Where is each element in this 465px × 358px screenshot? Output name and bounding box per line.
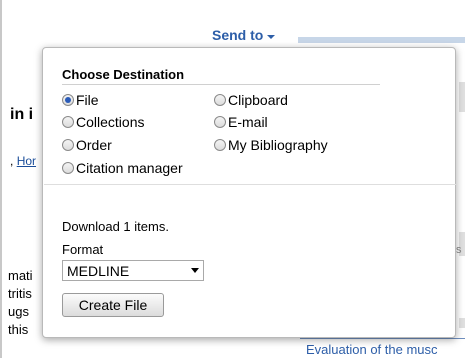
download-count-text: Download 1 items. <box>62 219 169 234</box>
page-left-edge <box>0 0 2 358</box>
destination-collections[interactable]: Collections <box>62 114 144 130</box>
destination-file[interactable]: File <box>62 92 99 108</box>
send-to-dropdown: Choose Destination File Clipboard Collec… <box>42 47 456 338</box>
author-prefix: , <box>10 154 14 168</box>
choose-destination-heading: Choose Destination <box>62 67 185 82</box>
related-article-link[interactable]: Evaluation of the musc <box>306 342 438 357</box>
destination-clipboard[interactable]: Clipboard <box>214 92 288 108</box>
radio-icon[interactable] <box>214 139 226 151</box>
article-title-fragment: in i <box>10 106 34 123</box>
radio-icon[interactable] <box>62 116 74 128</box>
section-divider <box>44 184 456 185</box>
destination-label: Citation manager <box>76 160 183 176</box>
format-label: Format <box>62 242 104 257</box>
right-panel-fragment <box>459 82 465 112</box>
abstract-line-fragment: mati <box>8 268 33 283</box>
format-selected-value: MEDLINE <box>67 262 130 279</box>
related-divider <box>300 338 465 339</box>
destination-label: Collections <box>76 114 145 130</box>
destination-label: Clipboard <box>228 92 288 108</box>
destination-label: Order <box>76 137 112 153</box>
chevron-down-icon <box>267 35 276 39</box>
send-to-label: Send to <box>212 27 264 43</box>
chevron-down-icon <box>191 268 199 273</box>
abstract-line-fragment: this <box>8 322 29 337</box>
destination-label: E-mail <box>228 114 268 130</box>
destination-citation-manager[interactable]: Citation manager <box>62 160 183 176</box>
radio-selected-icon[interactable] <box>62 94 74 106</box>
radio-icon[interactable] <box>214 116 226 128</box>
abstract-line-fragment: tritis <box>8 286 32 301</box>
create-file-button[interactable]: Create File <box>62 293 164 317</box>
right-text-fragment: s <box>456 244 462 256</box>
author-line-fragment: , Hor <box>10 154 36 168</box>
radio-icon[interactable] <box>62 162 74 174</box>
destination-order[interactable]: Order <box>62 137 112 153</box>
destination-label: File <box>76 92 99 108</box>
radio-icon[interactable] <box>62 139 74 151</box>
destination-label: My Bibliography <box>228 137 328 153</box>
send-to-menu[interactable]: Send to <box>212 27 276 43</box>
format-select[interactable]: MEDLINE <box>62 260 204 281</box>
header-bar-fragment <box>298 37 465 43</box>
right-panel-fragment <box>459 318 465 328</box>
author-link[interactable]: Hor <box>17 154 36 168</box>
radio-icon[interactable] <box>214 94 226 106</box>
heading-divider <box>62 84 380 85</box>
destination-my-bibliography[interactable]: My Bibliography <box>214 137 328 153</box>
abstract-line-fragment: ugs <box>8 304 29 319</box>
destination-email[interactable]: E-mail <box>214 114 268 130</box>
